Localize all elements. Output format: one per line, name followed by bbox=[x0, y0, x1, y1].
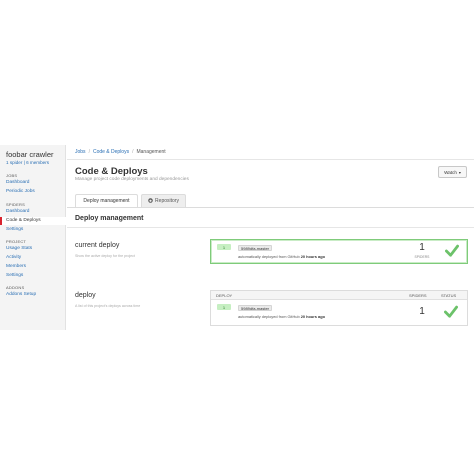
project-title[interactable]: foobar crawler bbox=[6, 150, 54, 159]
tab-label: Repository bbox=[155, 198, 179, 204]
sidebar-heading-project: PROJECT bbox=[6, 239, 27, 244]
app-frame: foobar crawler 1 spider | 6 members JOBS… bbox=[0, 145, 474, 330]
column-header-deploy: DEPLOY bbox=[216, 293, 233, 298]
current-deploy-card[interactable]: 1 5989dfa-master automatically deployed … bbox=[210, 239, 468, 264]
spiders-label: SPIDERS bbox=[414, 255, 430, 259]
deploy-list-label: deploy bbox=[75, 292, 96, 299]
deploy-table: DEPLOY SPIDERS STATUS 1 5989dfa-master a… bbox=[210, 290, 468, 326]
main-content: Jobs / Code & Deploys / Management Code & De… bbox=[67, 145, 474, 330]
project-subtitle[interactable]: 1 spider | 6 members bbox=[6, 160, 49, 165]
divider bbox=[67, 159, 474, 160]
page-subtitle: Manage project code deployments and depe… bbox=[75, 177, 189, 182]
deploy-desc-time: 20 hours ago bbox=[300, 314, 325, 319]
column-header-spiders: SPIDERS bbox=[409, 293, 427, 298]
tab-repository[interactable]: Repository bbox=[141, 194, 186, 208]
tab-deploy-management[interactable]: Deploy management bbox=[75, 194, 138, 208]
current-deploy-help: Show the active deploy for the project bbox=[75, 254, 135, 258]
watch-button[interactable]: Watch ▾ bbox=[438, 166, 467, 178]
breadcrumb-separator: / bbox=[88, 149, 90, 155]
check-icon bbox=[444, 305, 458, 318]
spiders-count: 1 bbox=[419, 242, 425, 253]
sidebar-item-periodic-jobs[interactable]: Periodic Jobs bbox=[6, 189, 35, 194]
check-icon bbox=[445, 244, 459, 257]
breadcrumb-jobs[interactable]: Jobs bbox=[75, 149, 86, 155]
deploy-desc-text: automatically deployed from GitHub bbox=[238, 314, 300, 319]
deploy-description: automatically deployed from GitHub 20 ho… bbox=[238, 254, 325, 259]
divider bbox=[67, 207, 474, 208]
page-title: Code & Deploys bbox=[75, 166, 148, 177]
sidebar-item-usage-stats[interactable]: Usage Stats bbox=[6, 246, 32, 251]
sidebar-item-spider-settings[interactable]: Settings bbox=[6, 227, 23, 232]
deploy-tag-badge[interactable]: 5989dfa-master bbox=[238, 305, 273, 311]
tab-label: Deploy management bbox=[83, 198, 130, 204]
sidebar-heading-addons: ADDONS bbox=[6, 285, 25, 290]
section-title: Deploy management bbox=[75, 215, 144, 222]
sidebar-item-label: Code & Deploys bbox=[6, 218, 41, 223]
table-row[interactable]: 1 5989dfa-master automatically deployed … bbox=[211, 301, 467, 325]
sidebar: foobar crawler 1 spider | 6 members JOBS… bbox=[0, 145, 66, 330]
breadcrumb: Jobs / Code & Deploys / Management bbox=[75, 149, 166, 155]
spiders-count: 1 bbox=[419, 306, 425, 317]
deploy-desc-text: automatically deployed from GitHub bbox=[238, 254, 300, 259]
deploy-description: automatically deployed from GitHub 20 ho… bbox=[238, 314, 325, 319]
column-header-status: STATUS bbox=[441, 293, 457, 298]
watch-label: Watch bbox=[444, 169, 457, 175]
deploy-tag-badge[interactable]: 5989dfa-master bbox=[238, 245, 273, 251]
github-icon bbox=[148, 197, 153, 205]
sidebar-item-activity[interactable]: Activity bbox=[6, 255, 21, 260]
current-deploy-label: current deploy bbox=[75, 242, 120, 249]
breadcrumb-separator: / bbox=[132, 149, 134, 155]
breadcrumb-current: Management bbox=[136, 149, 166, 155]
caret-down-icon: ▾ bbox=[458, 169, 461, 175]
sidebar-heading-jobs: JOBS bbox=[6, 173, 18, 178]
sidebar-item-spiders-dashboard[interactable]: Dashboard bbox=[6, 209, 29, 214]
deploy-number-badge: 1 bbox=[217, 304, 231, 310]
table-header: DEPLOY SPIDERS STATUS bbox=[211, 291, 467, 300]
sidebar-item-project-settings[interactable]: Settings bbox=[6, 273, 23, 278]
breadcrumb-code-deploys[interactable]: Code & Deploys bbox=[93, 149, 129, 155]
sidebar-item-addons-setup[interactable]: Addons Setup bbox=[6, 292, 36, 297]
sidebar-item-code-deploys[interactable]: Code & Deploys bbox=[0, 217, 66, 225]
deploy-desc-time: 20 hours ago bbox=[300, 254, 325, 259]
deploy-number-badge: 1 bbox=[217, 244, 231, 250]
sidebar-item-members[interactable]: Members bbox=[6, 264, 26, 269]
deploy-list-help: A list of this project's deploys across … bbox=[75, 304, 141, 308]
sidebar-heading-spiders: SPIDERS bbox=[6, 202, 25, 207]
divider bbox=[67, 227, 474, 228]
sidebar-item-jobs-dashboard[interactable]: Dashboard bbox=[6, 180, 29, 185]
